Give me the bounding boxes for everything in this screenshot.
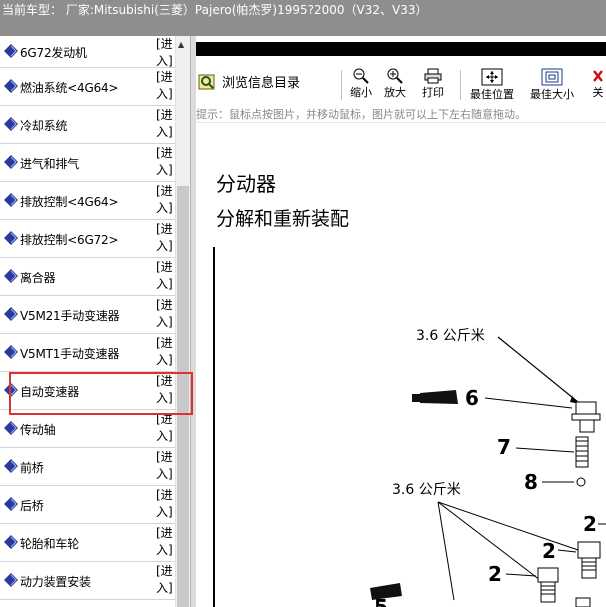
sidebar-item[interactable]: 排放控制<4G64> [进入] (0, 182, 175, 220)
enter-link[interactable]: [进入] (156, 259, 174, 293)
diamond-icon (4, 459, 18, 473)
sidebar-item[interactable]: 动力装置安装 [进入] (0, 562, 175, 600)
diamond-icon (4, 193, 18, 207)
sidebar-item[interactable]: V5MT1手动变速器 [进入] (0, 334, 175, 372)
enter-link[interactable]: [进入] (156, 411, 174, 445)
sidebar-item[interactable]: 冷却系统 [进入] (0, 106, 175, 144)
sidebar-item-label: 排放控制<6G72> (20, 233, 119, 247)
sidebar-item-label: 排放控制<4G64> (20, 195, 119, 209)
enter-link[interactable]: [进入] (156, 145, 174, 179)
sidebar-item[interactable]: 燃油系统<4G64> [进入] (0, 68, 175, 106)
plug-part (575, 597, 591, 607)
part-number-2: 2 (542, 539, 556, 563)
sidebar-item-label: 轮胎和车轮 (20, 537, 80, 551)
part-number-5: 5 (374, 595, 388, 607)
diamond-icon (4, 535, 18, 549)
sidebar-scrollbar[interactable]: ▲ (175, 36, 190, 607)
exploded-diagram: 3.6 公斤米 6 7 8 3.6 公斤米 2 2 2 5 (370, 328, 606, 607)
enter-link[interactable]: [进入] (156, 69, 174, 103)
diamond-icon (4, 421, 18, 435)
ball-part (576, 477, 586, 487)
diamond-icon (4, 307, 18, 321)
sidebar-item[interactable]: 排放控制<6G72> [进入] (0, 220, 175, 258)
diamond-icon (4, 117, 18, 131)
sidebar-item-label: 燃油系统<4G64> (20, 81, 119, 95)
part-number-6: 6 (465, 386, 479, 410)
part-number-2: 2 (488, 562, 502, 586)
sidebar-item[interactable]: 离合器 [进入] (0, 258, 175, 296)
torque-label: 3.6 公斤米 (392, 482, 461, 498)
window-title: 当前车型： 厂家:Mitsubishi(三菱）Pajero(帕杰罗)1995?2… (0, 0, 606, 36)
enter-link[interactable]: [进入] (156, 36, 174, 70)
part-number-2: 2 (583, 512, 597, 536)
plug-part (577, 541, 601, 579)
enter-link[interactable]: [进入] (156, 563, 174, 597)
enter-link[interactable]: [进入] (156, 297, 174, 331)
sidebar-item-label: 6G72发动机 (20, 46, 87, 60)
diamond-icon (4, 79, 18, 93)
enter-link[interactable]: [进入] (156, 107, 174, 141)
enter-link[interactable]: [进入] (156, 221, 174, 255)
sidebar-item[interactable]: 进气和排气 [进入] (0, 144, 175, 182)
bolt-part (571, 401, 601, 433)
diamond-icon (4, 44, 18, 58)
sidebar-item-label: 前桥 (20, 461, 44, 475)
sidebar-item-label: V5M21手动变速器 (20, 309, 120, 323)
diamond-icon (4, 497, 18, 511)
plug-part (537, 567, 559, 603)
scroll-up-icon[interactable]: ▲ (178, 40, 184, 49)
sidebar-item-label: 进气和排气 (20, 157, 80, 171)
sidebar-item[interactable]: 传动轴 [进入] (0, 410, 175, 448)
diamond-icon (4, 345, 18, 359)
part-number-7: 7 (497, 435, 511, 459)
sidebar-item-label: 离合器 (20, 271, 56, 285)
selected-item-highlight (9, 372, 193, 415)
sidebar: 6G72发动机 [进入] 燃油系统<4G64> [进入] 冷却系统 [进入] 进气和排气 [进… (0, 36, 175, 607)
part-number-8: 8 (524, 470, 538, 494)
enter-link[interactable]: [进入] (156, 449, 174, 483)
diamond-icon (4, 269, 18, 283)
sealant-tube-icon (412, 390, 458, 404)
sidebar-item-label: 后桥 (20, 499, 44, 513)
sidebar-item-label: 传动轴 (20, 423, 56, 437)
diamond-icon (4, 573, 18, 587)
sidebar-item[interactable]: 后桥 [进入] (0, 486, 175, 524)
sidebar-item[interactable]: 6G72发动机 [进入] (0, 36, 175, 68)
enter-link[interactable]: [进入] (156, 525, 174, 559)
torque-label: 3.6 公斤米 (416, 328, 485, 344)
sidebar-item[interactable]: V5M21手动变速器 [进入] (0, 296, 175, 334)
enter-link[interactable]: [进入] (156, 335, 174, 369)
sidebar-item-label: 冷却系统 (20, 119, 68, 133)
enter-link[interactable]: [进入] (156, 487, 174, 521)
enter-link[interactable]: [进入] (156, 183, 174, 217)
diamond-icon (4, 155, 18, 169)
sidebar-item-label: 动力装置安装 (20, 575, 91, 589)
sidebar-item[interactable]: 前桥 [进入] (0, 448, 175, 486)
sidebar-item[interactable]: 轮胎和车轮 [进入] (0, 524, 175, 562)
sidebar-item-label: V5MT1手动变速器 (20, 347, 120, 361)
diamond-icon (4, 231, 18, 245)
spring-part (575, 436, 589, 468)
